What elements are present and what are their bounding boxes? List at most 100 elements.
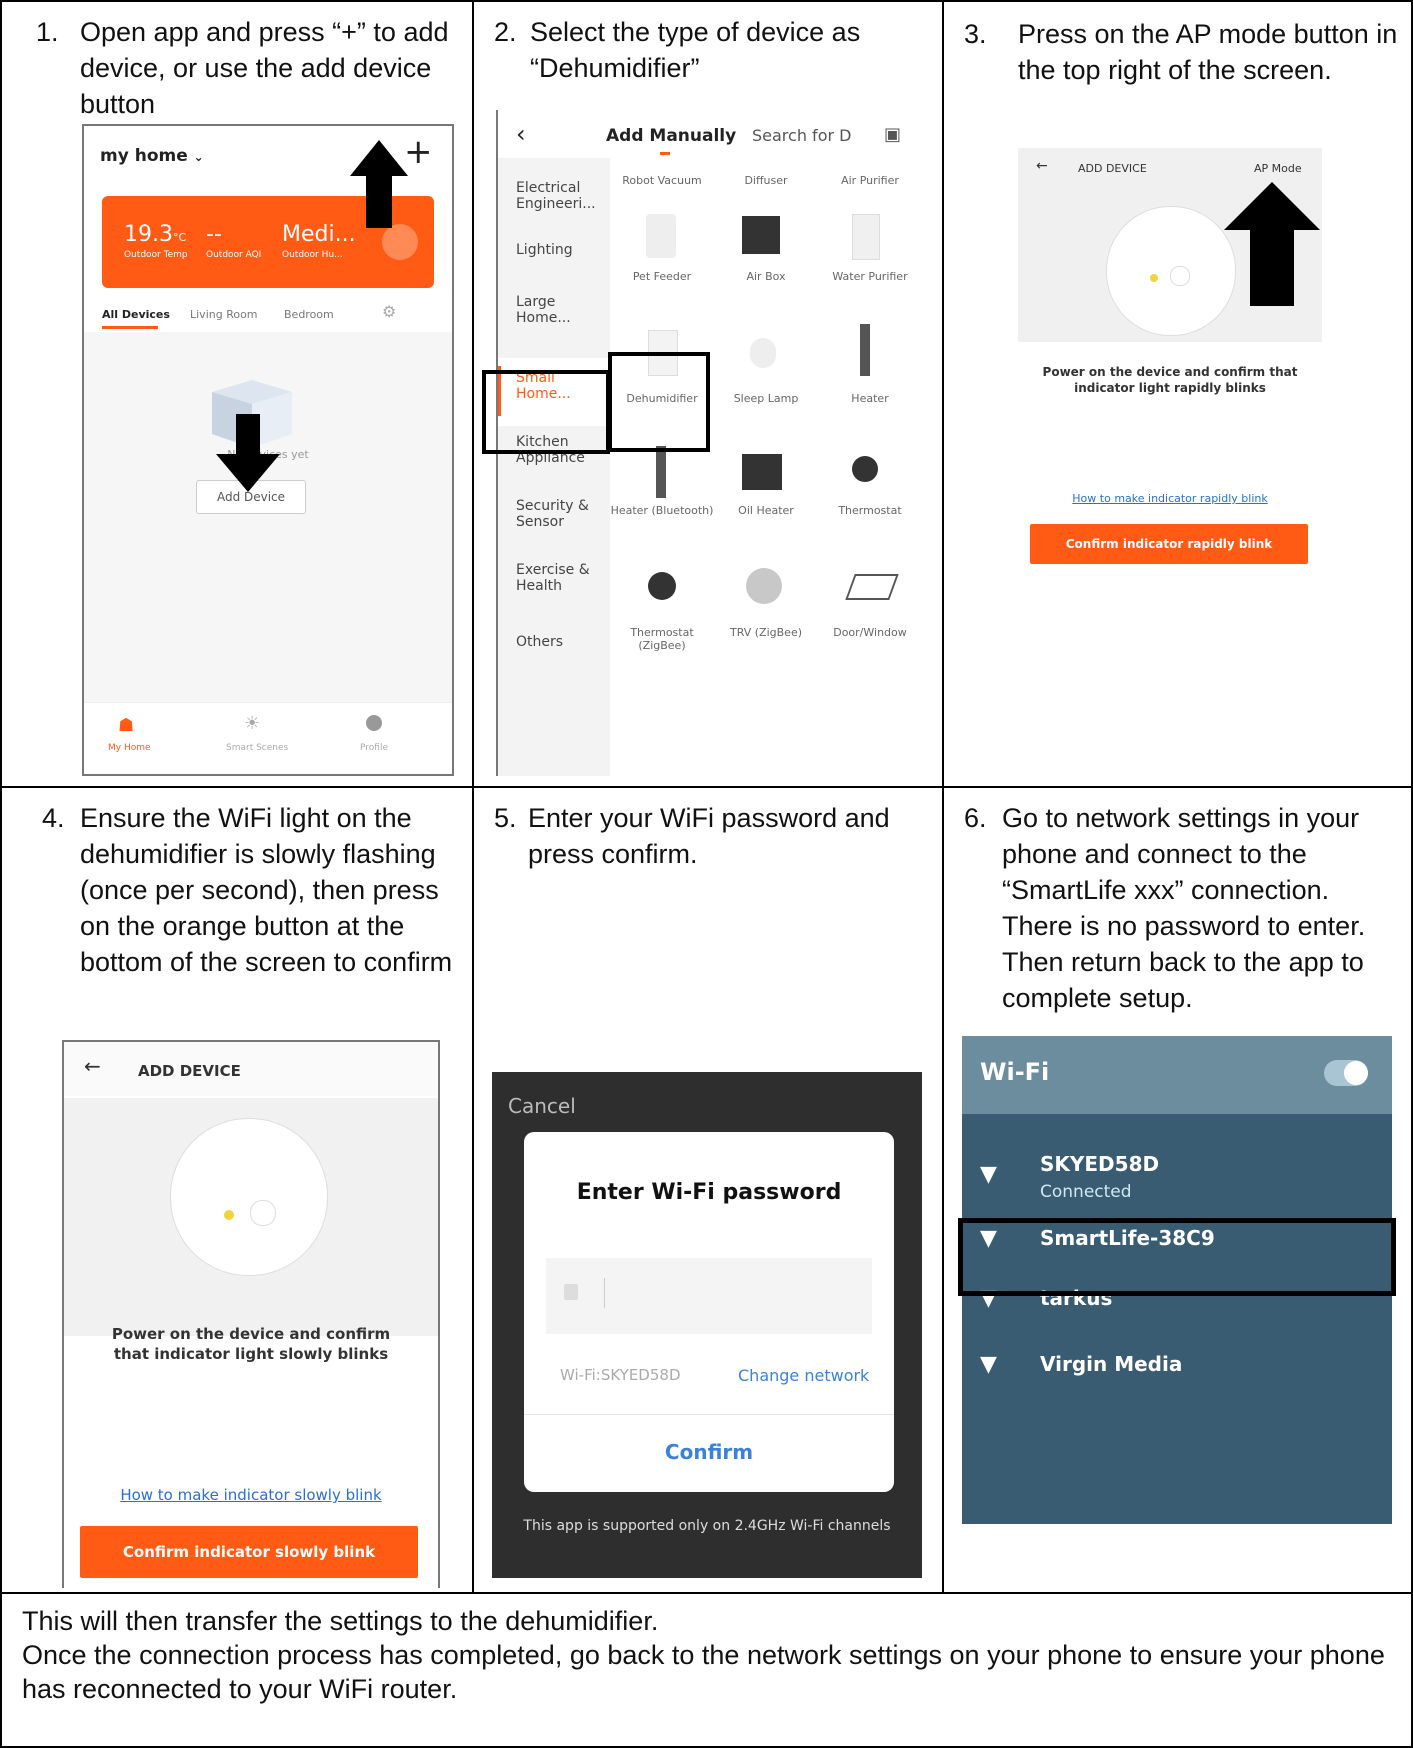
device-item[interactable]: Heater bbox=[818, 392, 922, 405]
confirm-rapid-blink-button[interactable]: Confirm indicator rapidly blink bbox=[1030, 524, 1308, 564]
search-input[interactable]: Search for D bbox=[752, 126, 851, 145]
toggle-knob bbox=[1344, 1061, 1368, 1085]
category-item[interactable]: Large Home... bbox=[516, 294, 596, 326]
step-text: Ensure the WiFi light on the dehumidifie… bbox=[80, 803, 453, 977]
ap-mode-button[interactable]: AP Mode bbox=[1254, 162, 1302, 175]
step-text: Enter your WiFi password and press confi… bbox=[528, 803, 890, 869]
device-item[interactable]: Air Box bbox=[714, 270, 818, 283]
step-number: 4. bbox=[42, 803, 65, 833]
tab-all-devices[interactable]: All Devices bbox=[102, 308, 170, 321]
oil-heater-icon bbox=[742, 454, 782, 490]
step-number: 5. bbox=[494, 803, 517, 833]
page-title: Add Manually bbox=[606, 126, 737, 146]
title-indicator bbox=[660, 152, 670, 155]
confirm-button[interactable]: Confirm bbox=[524, 1440, 894, 1464]
power-icon bbox=[250, 1200, 276, 1226]
device-item[interactable]: Air Purifier bbox=[818, 174, 922, 187]
microphone-icon[interactable] bbox=[382, 224, 418, 260]
device-item[interactable]: Thermostat bbox=[818, 504, 922, 517]
password-dialog: Enter Wi-Fi password Wi-Fi:SKYED58D Chan… bbox=[524, 1132, 894, 1492]
highlight-box-smartlife bbox=[958, 1218, 1396, 1296]
profile-icon[interactable] bbox=[366, 715, 382, 731]
device-item[interactable]: Door/Window bbox=[818, 626, 922, 639]
highlight-box-category bbox=[482, 370, 610, 454]
step-text: Press on the AP mode button in the top r… bbox=[1018, 19, 1398, 85]
screenshot-wifi-password: Cancel Enter Wi-Fi password Wi-Fi:SKYED5… bbox=[492, 1072, 922, 1578]
sun-icon[interactable]: ☀ bbox=[244, 713, 260, 734]
arrow-down-annotation bbox=[216, 414, 280, 492]
back-arrow-icon[interactable]: ← bbox=[1036, 158, 1048, 174]
screenshot-confirm-slow-blink: ← ADD DEVICE Power on the device and con… bbox=[62, 1040, 440, 1588]
network-name: Virgin Media bbox=[1040, 1352, 1183, 1376]
step-text: Select the type of device as “Dehumidifi… bbox=[530, 17, 861, 83]
device-item[interactable]: Pet Feeder bbox=[610, 270, 714, 283]
device-item[interactable]: Thermostat (ZigBee) bbox=[610, 626, 714, 652]
heater-bluetooth-icon bbox=[656, 446, 666, 498]
password-input[interactable] bbox=[546, 1258, 872, 1334]
change-network-link[interactable]: Change network bbox=[738, 1366, 869, 1385]
table-row-divider bbox=[0, 786, 1413, 788]
step-text: Open app and press “+” to add device, or… bbox=[80, 17, 449, 119]
arrow-up-annotation bbox=[1224, 182, 1320, 306]
back-arrow-icon[interactable]: ‹ bbox=[516, 120, 526, 148]
page-title: ADD DEVICE bbox=[1078, 162, 1147, 175]
humidity-value: Medi... bbox=[282, 222, 356, 247]
wifi-title: Wi-Fi bbox=[980, 1058, 1050, 1086]
confirm-slow-blink-button[interactable]: Confirm indicator slowly blink bbox=[80, 1526, 418, 1578]
home-icon[interactable]: ☗ bbox=[118, 715, 134, 736]
pet-feeder-icon bbox=[646, 214, 676, 258]
wifi-signal-icon: ▼ bbox=[980, 1352, 997, 1377]
wifi-signal-icon: ▼ bbox=[980, 1162, 997, 1187]
instruction-text: Power on the device and confirm that ind… bbox=[111, 1325, 391, 1363]
nav-smart-scenes[interactable]: Smart Scenes bbox=[226, 743, 288, 753]
category-item[interactable]: Electrical Engineeri... bbox=[516, 180, 606, 212]
tab-living-room[interactable]: Living Room bbox=[190, 308, 258, 321]
nav-profile[interactable]: Profile bbox=[360, 743, 388, 753]
help-link[interactable]: How to make indicator slowly blink bbox=[64, 1486, 438, 1504]
nav-my-home[interactable]: My Home bbox=[108, 743, 151, 753]
step-3-caption: 3. Press on the AP mode button in the to… bbox=[964, 16, 1397, 85]
back-arrow-icon[interactable]: ← bbox=[84, 1054, 101, 1078]
category-item[interactable]: Security & Sensor bbox=[516, 498, 596, 530]
category-item[interactable]: Others bbox=[516, 634, 596, 650]
device-item[interactable]: Robot Vacuum bbox=[610, 174, 714, 187]
indicator-light-icon bbox=[1150, 274, 1158, 282]
footer-line-2: Once the connection process has complete… bbox=[22, 1640, 1385, 1704]
thermostat-zigbee-icon bbox=[648, 572, 676, 600]
home-name: my home bbox=[100, 146, 188, 166]
step-1-caption: 1. Open app and press “+” to add device,… bbox=[36, 14, 456, 119]
device-item[interactable]: Diffuser bbox=[714, 174, 818, 187]
network-name: SKYED58D bbox=[1040, 1152, 1160, 1176]
add-plus-button[interactable]: + bbox=[404, 132, 433, 172]
bottom-nav: ☗ My Home ☀ Smart Scenes Profile bbox=[84, 702, 452, 774]
device-circle bbox=[170, 1118, 328, 1276]
home-selector[interactable]: my home ⌄ bbox=[100, 146, 204, 166]
category-item[interactable]: Lighting bbox=[516, 242, 606, 258]
device-item[interactable]: Heater (Bluetooth) bbox=[610, 504, 714, 517]
footer-line-1: This will then transfer the settings to … bbox=[22, 1606, 659, 1636]
help-link[interactable]: How to make indicator rapidly blink bbox=[1018, 492, 1322, 505]
air-box-icon bbox=[742, 216, 780, 254]
page-title: ADD DEVICE bbox=[138, 1062, 241, 1080]
footer-note: This will then transfer the settings to … bbox=[22, 1604, 1402, 1706]
category-item[interactable]: Exercise & Health bbox=[516, 562, 596, 594]
step-2-caption: 2. Select the type of device as “Dehumid… bbox=[494, 14, 914, 83]
aqi-label: Outdoor AQI bbox=[206, 250, 262, 260]
device-item[interactable]: Water Purifier bbox=[818, 270, 922, 283]
device-item[interactable]: Sleep Lamp bbox=[714, 392, 818, 405]
device-item[interactable]: Oil Heater bbox=[714, 504, 818, 517]
cancel-button[interactable]: Cancel bbox=[508, 1094, 576, 1118]
wifi-network-row[interactable]: ▼ SKYED58D Connected bbox=[962, 1152, 1392, 1212]
table-col-divider bbox=[472, 0, 474, 1593]
scan-icon[interactable]: ▣ bbox=[884, 124, 901, 145]
thermostat-icon bbox=[852, 456, 878, 482]
wifi-toggle[interactable] bbox=[1324, 1060, 1368, 1086]
power-icon bbox=[1170, 266, 1190, 286]
tab-bedroom[interactable]: Bedroom bbox=[284, 308, 334, 321]
gear-icon[interactable]: ⚙ bbox=[382, 302, 396, 321]
wifi-network-row[interactable]: ▼ Virgin Media bbox=[962, 1348, 1392, 1388]
step-number: 2. bbox=[494, 17, 517, 47]
text-cursor bbox=[604, 1278, 605, 1308]
device-item[interactable]: TRV (ZigBee) bbox=[714, 626, 818, 639]
aqi-value: -- bbox=[206, 222, 222, 247]
